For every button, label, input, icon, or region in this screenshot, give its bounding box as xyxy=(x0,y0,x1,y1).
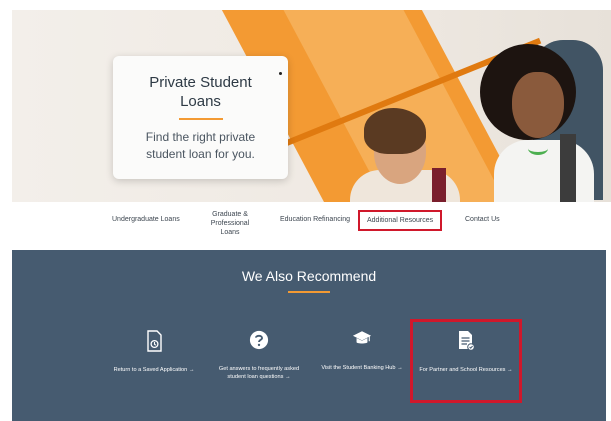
recommend-title-rule xyxy=(288,291,330,293)
nav-graduate-professional-loans[interactable]: Graduate & Professional Loans xyxy=(192,210,268,237)
recommend-faq[interactable]: Get answers to frequently asked student l… xyxy=(210,330,308,381)
nav-education-refinancing[interactable]: Education Refinancing xyxy=(280,215,350,224)
recommend-label: Get answers to frequently asked student l… xyxy=(218,366,300,380)
hero-dot xyxy=(279,72,282,75)
nav-undergraduate-loans[interactable]: Undergraduate Loans xyxy=(112,215,180,224)
recommend-highlight-box xyxy=(410,319,522,403)
graduation-cap-icon xyxy=(352,331,372,344)
hero-necklace xyxy=(528,142,548,155)
hero-title: Private Student Loans xyxy=(149,74,252,110)
saved-application-icon xyxy=(147,330,162,352)
hero-card: Private Student Loans Find the right pri… xyxy=(113,56,288,179)
hero-student2-face xyxy=(512,72,564,138)
recommend-title: We Also Recommend xyxy=(241,268,377,284)
recommend-saved-application[interactable]: Return to a Saved Application → xyxy=(112,330,196,374)
recommend-section: We Also Recommend Return to a Saved Appl… xyxy=(12,250,606,421)
recommend-student-banking-hub[interactable]: Visit the Student Banking Hub → xyxy=(316,330,408,372)
sub-navigation: Undergraduate Loans Graduate & Professio… xyxy=(12,202,611,238)
recommend-label: Visit the Student Banking Hub → xyxy=(321,365,403,371)
hero-title-rule xyxy=(178,118,223,120)
nav-contact-us[interactable]: Contact Us xyxy=(465,215,500,224)
hero-banner: Private Student Loans Find the right pri… xyxy=(12,10,611,202)
hero-subtitle: Find the right private student loan for … xyxy=(145,130,256,161)
recommend-label: Return to a Saved Application → xyxy=(113,367,195,373)
question-icon xyxy=(249,330,269,350)
nav-additional-resources[interactable]: Additional Resources xyxy=(357,210,443,231)
hero-student2-strap xyxy=(560,134,576,202)
hero-student-hair xyxy=(364,108,426,154)
hero-backpack-strap xyxy=(432,168,446,202)
